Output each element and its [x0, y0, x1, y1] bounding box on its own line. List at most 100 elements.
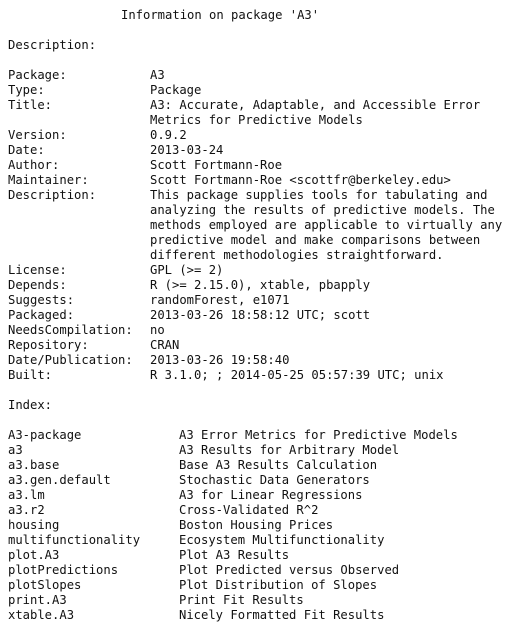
- field-value: 2013-03-26 19:58:40: [150, 353, 520, 368]
- field-key: Maintainer:: [8, 173, 89, 187]
- field-key: Package:: [8, 68, 67, 82]
- field-key: Author:: [8, 158, 60, 172]
- description-field-row: NeedsCompilation: no: [8, 323, 520, 338]
- description-heading: Description:: [8, 38, 97, 52]
- description-field-row: Maintainer: Scott Fortmann-Roe <scottfr@b…: [8, 173, 520, 188]
- field-value: 2013-03-24: [150, 143, 520, 158]
- field-key: Date/Publication:: [8, 353, 133, 367]
- description-field-row: License: GPL (>= 2): [8, 263, 520, 278]
- field-key: Packaged:: [8, 308, 75, 322]
- field-key: Version:: [8, 128, 67, 142]
- description-field-row: Built: R 3.1.0; ; 2014-05-25 05:57:39 UTC…: [8, 368, 520, 383]
- index-entry-description: A3 Error Metrics for Predictive Models: [179, 428, 458, 442]
- description-field-row: Packaged: 2013-03-26 18:58:12 UTC; scott: [8, 308, 520, 323]
- field-value-line: A3: Accurate, Adaptable, and Accessible …: [150, 98, 481, 112]
- index-entry: multifunctionality Ecosystem Multifunctio…: [8, 533, 520, 548]
- index-entry-name: a3.base: [8, 458, 60, 472]
- field-value-line: Scott Fortmann-Roe <scottfr@berkeley.edu…: [150, 173, 451, 187]
- index-entry-name: xtable.A3: [8, 608, 75, 622]
- description-field-row: Depends: R (>= 2.15.0), xtable, pbapply: [8, 278, 520, 293]
- description-field-row: Suggests: randomForest, e1071: [8, 293, 520, 308]
- field-value: randomForest, e1071: [150, 293, 520, 308]
- index-entry-description: Plot A3 Results: [179, 548, 290, 562]
- description-field-row: Title: A3: Accurate, Adaptable, and Acces…: [8, 98, 520, 128]
- index-entry-name: plotPredictions: [8, 563, 119, 577]
- field-value: CRAN: [150, 338, 520, 353]
- field-value-line: 2013-03-26 19:58:40: [150, 353, 290, 367]
- field-value: Package: [150, 83, 520, 98]
- description-field-row: Package: A3: [8, 68, 520, 83]
- field-value: GPL (>= 2): [150, 263, 520, 278]
- index-entry: xtable.A3 Nicely Formatted Fit Results: [8, 608, 520, 623]
- field-value-line: Package: [150, 83, 202, 97]
- index-entry-description: Plot Predicted versus Observed: [179, 563, 400, 577]
- index-entry-name: A3-package: [8, 428, 82, 442]
- field-value-line: A3: [150, 68, 165, 82]
- index-entry-name: print.A3: [8, 593, 67, 607]
- index-entry-description: Boston Housing Prices: [179, 518, 334, 532]
- field-value-line: R 3.1.0; ; 2014-05-25 05:57:39 UTC; unix: [150, 368, 444, 382]
- index-entry: a3.r2 Cross-Validated R^2: [8, 503, 520, 518]
- field-value-line: randomForest, e1071: [150, 293, 290, 307]
- field-key: License:: [8, 263, 67, 277]
- field-value-line: predictive model and make comparisons be…: [150, 233, 481, 247]
- index-entry-name: multifunctionality: [8, 533, 141, 547]
- description-field-row: Description: This package supplies tools …: [8, 188, 520, 263]
- field-key: Built:: [8, 368, 53, 382]
- index-entry: A3-package A3 Error Metrics for Predictiv…: [8, 428, 520, 443]
- description-field-row: Date/Publication: 2013-03-26 19:58:40: [8, 353, 520, 368]
- index-entry-name: housing: [8, 518, 60, 532]
- package-info-document: Information on package 'A3' Description:…: [8, 8, 520, 623]
- field-value-line: Scott Fortmann-Roe: [150, 158, 283, 172]
- field-value-line: Metrics for Predictive Models: [150, 113, 363, 127]
- index-entry-description: Cross-Validated R^2: [179, 503, 319, 517]
- field-value: no: [150, 323, 520, 338]
- field-value-line: GPL (>= 2): [150, 263, 224, 277]
- field-key: NeedsCompilation:: [8, 323, 133, 337]
- index-entry: plotPredictions Plot Predicted versus Obs…: [8, 563, 520, 578]
- field-value: This package supplies tools for tabulati…: [150, 188, 520, 263]
- field-value: R (>= 2.15.0), xtable, pbapply: [150, 278, 520, 293]
- index-entry: a3.base Base A3 Results Calculation: [8, 458, 520, 473]
- description-fields: Package: A3 Type: Package Title: A3: Accurate…: [8, 68, 520, 383]
- field-value-line: R (>= 2.15.0), xtable, pbapply: [150, 278, 371, 292]
- field-value-line: no: [150, 323, 165, 337]
- index-list: A3-package A3 Error Metrics for Predictiv…: [8, 428, 520, 623]
- index-entry: a3.gen.default Stochastic Data Generators: [8, 473, 520, 488]
- description-field-row: Version: 0.9.2: [8, 128, 520, 143]
- index-entry-description: A3 Results for Arbitrary Model: [179, 443, 400, 457]
- index-entry-name: a3.gen.default: [8, 473, 111, 487]
- index-entry-description: Print Fit Results: [179, 593, 304, 607]
- field-value: Scott Fortmann-Roe: [150, 158, 520, 173]
- field-value: R 3.1.0; ; 2014-05-25 05:57:39 UTC; unix: [150, 368, 520, 383]
- page-title: Information on package 'A3': [121, 8, 320, 22]
- field-key: Type:: [8, 83, 45, 97]
- field-value-line: 2013-03-26 18:58:12 UTC; scott: [150, 308, 371, 322]
- field-value-line: This package supplies tools for tabulati…: [150, 188, 488, 202]
- field-value-line: different methodologies straightforward.: [150, 248, 444, 262]
- field-value: 2013-03-26 18:58:12 UTC; scott: [150, 308, 520, 323]
- index-entry-description: Plot Distribution of Slopes: [179, 578, 378, 592]
- index-entry: a3 A3 Results for Arbitrary Model: [8, 443, 520, 458]
- index-entry-name: a3.lm: [8, 488, 45, 502]
- field-value-line: 2013-03-24: [150, 143, 224, 157]
- field-value: A3: [150, 68, 520, 83]
- description-field-row: Date: 2013-03-24: [8, 143, 520, 158]
- index-entry: plotSlopes Plot Distribution of Slopes: [8, 578, 520, 593]
- field-value: Scott Fortmann-Roe <scottfr@berkeley.edu…: [150, 173, 520, 188]
- index-entry-name: plot.A3: [8, 548, 60, 562]
- field-key: Suggests:: [8, 293, 75, 307]
- index-entry-name: plotSlopes: [8, 578, 82, 592]
- index-entry-description: Stochastic Data Generators: [179, 473, 370, 487]
- index-entry-description: Base A3 Results Calculation: [179, 458, 378, 472]
- description-field-row: Type: Package: [8, 83, 520, 98]
- index-entry: plot.A3 Plot A3 Results: [8, 548, 520, 563]
- index-entry-description: A3 for Linear Regressions: [179, 488, 363, 502]
- index-entry: a3.lm A3 for Linear Regressions: [8, 488, 520, 503]
- description-field-row: Author: Scott Fortmann-Roe: [8, 158, 520, 173]
- index-entry-description: Nicely Formatted Fit Results: [179, 608, 385, 622]
- field-key: Description:: [8, 188, 97, 202]
